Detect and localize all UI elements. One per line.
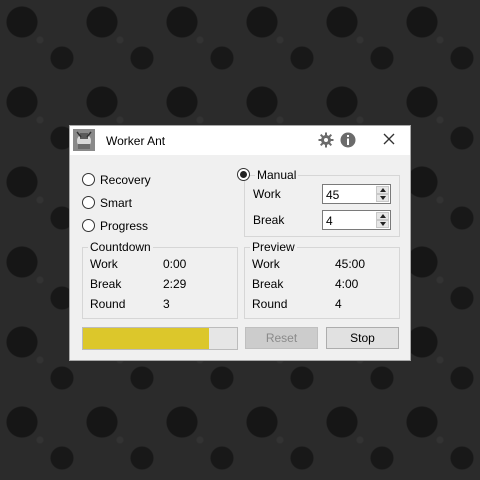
countdown-work-label: Work — [90, 257, 118, 271]
manual-break-label: Break — [253, 213, 285, 227]
break-decrement-button[interactable] — [376, 220, 389, 228]
preview-work-label: Work — [252, 257, 280, 271]
window-title: Worker Ant — [106, 134, 166, 148]
work-stepper-value[interactable]: 45 — [326, 188, 339, 202]
close-icon[interactable] — [376, 129, 402, 151]
progress-radio[interactable] — [82, 219, 95, 232]
countdown-break-label: Break — [90, 277, 122, 291]
worker-ant-window: Worker Ant Recovery Smart Progress Manua… — [69, 125, 411, 361]
countdown-break-value: 2:29 — [163, 277, 187, 291]
work-stepper[interactable]: 45 — [322, 184, 391, 204]
worker-ant-logo-icon — [73, 129, 95, 151]
recovery-radio[interactable] — [82, 173, 95, 186]
break-stepper[interactable]: 4 — [322, 210, 391, 230]
preview-break-value: 4:00 — [335, 277, 359, 291]
recovery-label[interactable]: Recovery — [100, 173, 151, 187]
smart-label[interactable]: Smart — [100, 196, 132, 210]
manual-work-label: Work — [253, 187, 281, 201]
stop-button[interactable]: Stop — [326, 327, 399, 349]
manual-label[interactable]: Manual — [255, 168, 299, 182]
preview-work-value: 45:00 — [335, 257, 366, 271]
smart-radio[interactable] — [82, 196, 95, 209]
countdown-work-value: 0:00 — [163, 257, 187, 271]
work-decrement-button[interactable] — [376, 194, 389, 202]
progress-label[interactable]: Progress — [100, 219, 148, 233]
preview-round-value: 4 — [335, 297, 342, 311]
info-icon[interactable] — [340, 132, 356, 148]
countdown-round-value: 3 — [163, 297, 170, 311]
session-progress-bar — [82, 327, 238, 350]
countdown-title: Countdown — [88, 240, 153, 254]
gear-icon[interactable] — [318, 132, 334, 148]
countdown-round-label: Round — [90, 297, 126, 311]
title-bar: Worker Ant — [70, 126, 410, 155]
manual-radio[interactable] — [237, 168, 250, 181]
break-increment-button[interactable] — [376, 212, 389, 220]
preview-title: Preview — [250, 240, 297, 254]
work-increment-button[interactable] — [376, 186, 389, 194]
break-stepper-value[interactable]: 4 — [326, 214, 333, 228]
preview-break-label: Break — [252, 277, 284, 291]
session-progress-fill — [83, 328, 210, 349]
preview-round-label: Round — [252, 297, 288, 311]
reset-button[interactable]: Reset — [245, 327, 318, 349]
